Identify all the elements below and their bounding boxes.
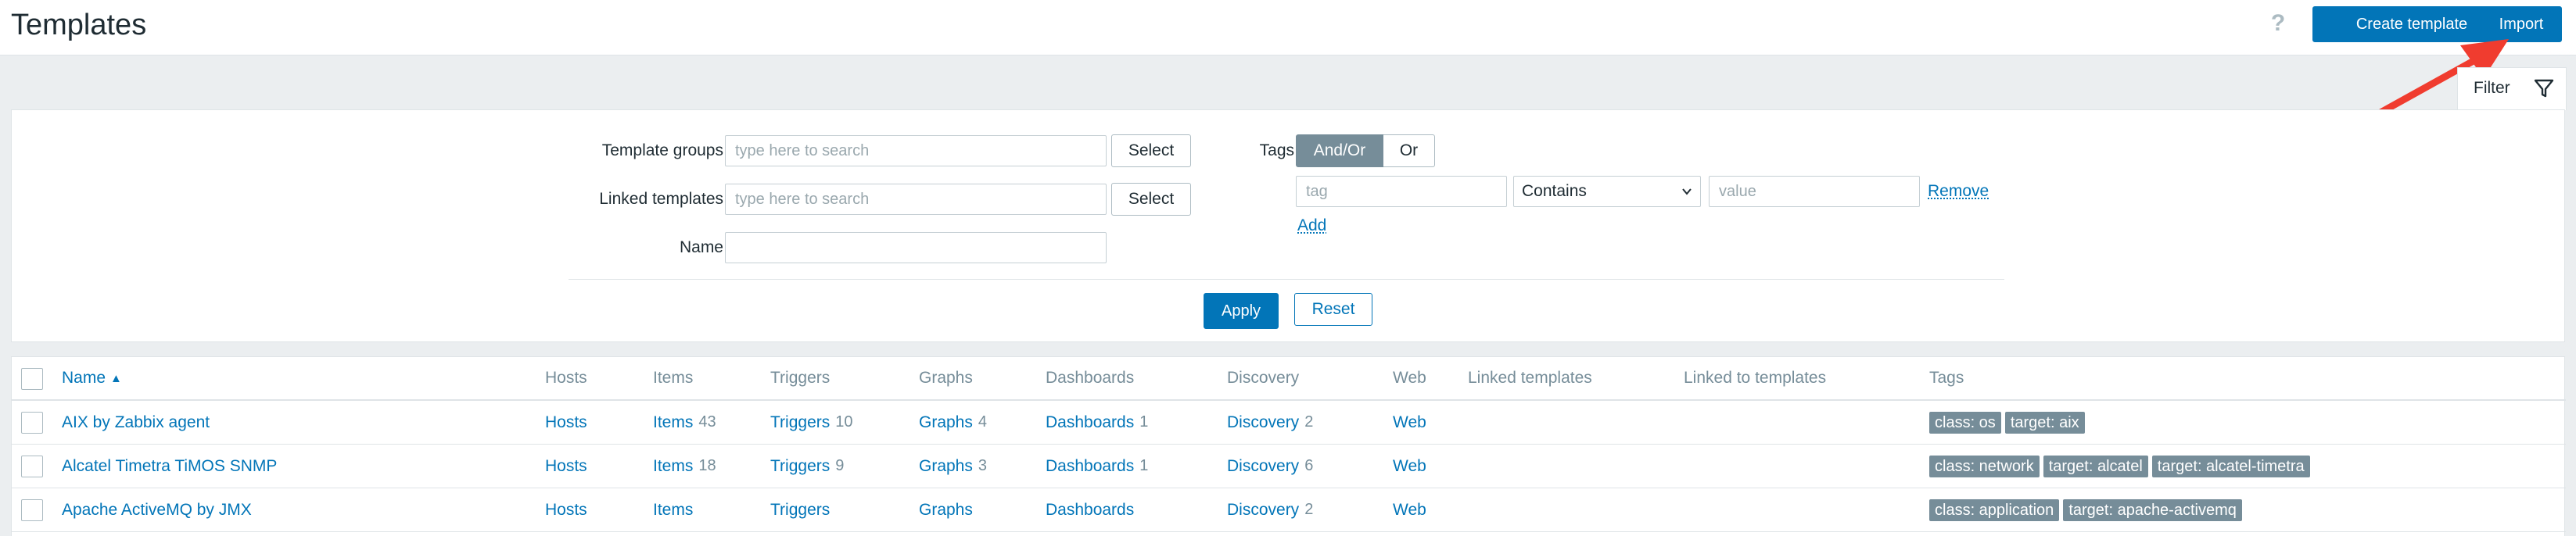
tag-badge[interactable]: class: network: [1929, 455, 2040, 477]
triggers-count: 9: [835, 457, 845, 474]
table-row: Alcatel Timetra TiMOS SNMP Hosts Items 18…: [12, 445, 2566, 488]
discovery-count: 2: [1304, 501, 1314, 518]
web-link[interactable]: Web: [1393, 457, 1426, 476]
tag-badge[interactable]: target: alcatel: [2043, 455, 2148, 477]
hosts-link[interactable]: Hosts: [545, 501, 587, 520]
template-name-link[interactable]: Alcatel Timetra TiMOS SNMP: [62, 457, 277, 476]
filter-funnel-icon: [2534, 79, 2554, 98]
tag-operator-value: Contains: [1522, 182, 1587, 200]
dashboards-link[interactable]: Dashboards: [1046, 413, 1134, 432]
template-groups-select-button[interactable]: Select: [1111, 134, 1191, 167]
graphs-count: 3: [978, 457, 987, 474]
discovery-link[interactable]: Discovery: [1227, 501, 1299, 520]
tags-or-toggle[interactable]: Or: [1383, 134, 1435, 167]
apply-button[interactable]: Apply: [1204, 293, 1279, 329]
tag-badge[interactable]: target: aix: [2004, 411, 2085, 434]
tags-andor-toggle[interactable]: And/Or: [1296, 134, 1383, 167]
tag-badge[interactable]: class: os: [1929, 411, 2001, 434]
template-groups-input[interactable]: type here to search: [725, 135, 1107, 166]
discovery-count: 6: [1304, 457, 1314, 474]
tags-label: Tags: [1259, 141, 1294, 159]
chevron-down-icon: [1682, 188, 1692, 195]
graphs-link[interactable]: Graphs: [919, 501, 973, 520]
discovery-link[interactable]: Discovery: [1227, 413, 1299, 432]
column-header-triggers: Triggers: [770, 369, 831, 387]
help-icon[interactable]: ?: [2266, 8, 2290, 39]
row-checkbox[interactable]: [21, 456, 43, 477]
column-header-items: Items: [653, 369, 694, 387]
tag-badge[interactable]: class: application: [1929, 498, 2060, 521]
web-link[interactable]: Web: [1393, 501, 1426, 520]
column-header-tags: Tags: [1929, 369, 1964, 387]
table-row: AIX by Zabbix agent Hosts Items 43 Trigge…: [12, 401, 2566, 445]
templates-table: Name ▲ Hosts Items Triggers Graphs Dashb…: [11, 356, 2566, 536]
template-groups-label: Template groups: [601, 141, 723, 159]
tag-value-input[interactable]: value: [1709, 176, 1920, 207]
items-link[interactable]: Items: [653, 413, 693, 432]
triggers-count: 10: [835, 413, 853, 431]
web-link[interactable]: Web: [1393, 413, 1426, 432]
linked-templates-label: Linked templates: [599, 190, 723, 208]
table-row: Apache ActiveMQ by JMX Hosts Items Trigg…: [12, 488, 2566, 532]
column-header-discovery: Discovery: [1227, 369, 1300, 387]
template-name-link[interactable]: AIX by Zabbix agent: [62, 413, 210, 432]
tag-name-input[interactable]: tag: [1296, 176, 1507, 207]
items-link[interactable]: Items: [653, 457, 693, 476]
column-header-linked-to-templates: Linked to templates: [1684, 369, 1827, 387]
discovery-count: 2: [1304, 413, 1314, 431]
filter-panel: Template groups type here to search Sele…: [11, 109, 2565, 342]
select-all-checkbox[interactable]: [21, 368, 43, 390]
column-header-dashboards: Dashboards: [1046, 369, 1135, 387]
dashboards-count: 1: [1139, 457, 1149, 474]
filter-divider: [569, 279, 2004, 280]
name-label: Name: [679, 238, 723, 256]
filter-tab-label: Filter: [2474, 79, 2510, 97]
dashboards-link[interactable]: Dashboards: [1046, 501, 1134, 520]
column-header-linked-templates: Linked templates: [1468, 369, 1592, 387]
tag-add-link[interactable]: Add: [1297, 216, 1326, 235]
hosts-link[interactable]: Hosts: [545, 413, 587, 432]
column-header-web: Web: [1393, 369, 1426, 387]
hosts-link[interactable]: Hosts: [545, 457, 587, 476]
sort-ascending-icon: ▲: [110, 371, 122, 385]
column-name-label[interactable]: Name: [62, 369, 106, 388]
graphs-count: 4: [978, 413, 987, 431]
column-header-graphs: Graphs: [919, 369, 973, 387]
linked-templates-select-button[interactable]: Select: [1111, 183, 1191, 216]
dashboards-link[interactable]: Dashboards: [1046, 457, 1134, 476]
tag-badge[interactable]: target: apache-activemq: [2063, 498, 2242, 521]
dashboards-count: 1: [1139, 413, 1149, 431]
row-checkbox[interactable]: [21, 499, 43, 521]
tag-badge[interactable]: target: alcatel-timetra: [2151, 455, 2310, 477]
items-link[interactable]: Items: [653, 501, 693, 520]
graphs-link[interactable]: Graphs: [919, 413, 973, 432]
page-title: Templates: [11, 9, 147, 41]
column-header-name[interactable]: Name ▲: [62, 357, 122, 399]
triggers-link[interactable]: Triggers: [770, 457, 830, 476]
items-count: 43: [698, 413, 716, 431]
top-bar: Templates ? Create template Import: [0, 0, 2576, 55]
tag-operator-select[interactable]: Contains: [1513, 176, 1701, 207]
graphs-link[interactable]: Graphs: [919, 457, 973, 476]
tag-remove-link[interactable]: Remove: [1928, 182, 1989, 201]
name-input[interactable]: [725, 232, 1107, 263]
template-name-link[interactable]: Apache ActiveMQ by JMX: [62, 501, 252, 520]
items-count: 18: [698, 457, 716, 474]
table-header-row: Name ▲ Hosts Items Triggers Graphs Dashb…: [12, 357, 2566, 401]
linked-templates-input[interactable]: type here to search: [725, 184, 1107, 215]
filter-tab[interactable]: Filter: [2457, 67, 2567, 110]
triggers-link[interactable]: Triggers: [770, 501, 830, 520]
row-checkbox[interactable]: [21, 412, 43, 434]
discovery-link[interactable]: Discovery: [1227, 457, 1299, 476]
reset-button[interactable]: Reset: [1294, 293, 1372, 326]
column-header-hosts: Hosts: [545, 369, 587, 387]
triggers-link[interactable]: Triggers: [770, 413, 830, 432]
